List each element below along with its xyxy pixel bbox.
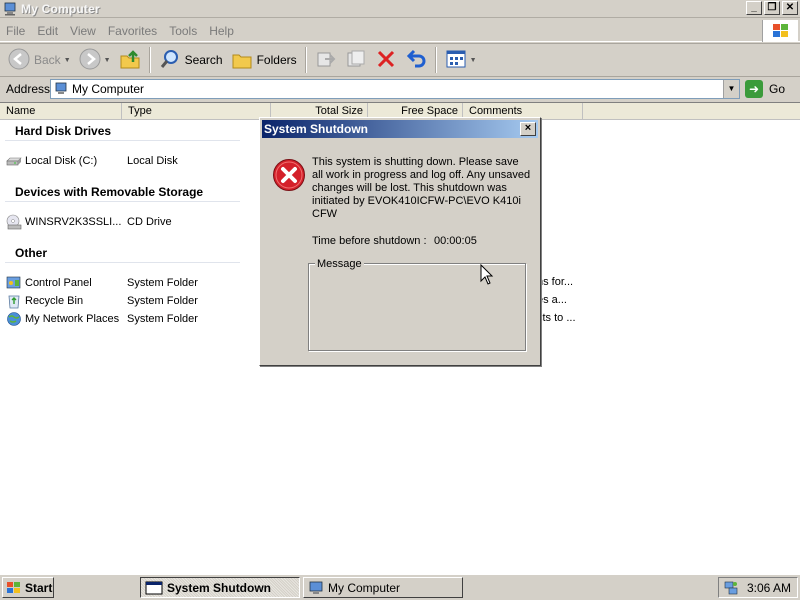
chevron-down-icon: ▼ xyxy=(63,56,71,64)
up-folder-button[interactable] xyxy=(115,46,145,74)
undo-icon xyxy=(405,48,427,73)
system-tray: 3:06 AM xyxy=(718,577,798,598)
taskbar-item-system-shutdown[interactable]: System Shutdown xyxy=(140,577,300,598)
views-button[interactable]: ▼ xyxy=(441,46,481,74)
list-item[interactable]: Control Panel System Folder xyxy=(6,274,198,292)
toolbar-separator xyxy=(148,47,151,73)
search-icon xyxy=(159,48,181,73)
my-computer-icon xyxy=(54,82,68,96)
group-divider xyxy=(5,262,240,263)
toolbar-separator xyxy=(434,47,437,73)
network-places-icon xyxy=(6,311,22,327)
menu-help[interactable]: Help xyxy=(203,24,240,38)
delete-x-icon xyxy=(375,48,397,73)
comment-cell: es a... xyxy=(537,294,567,306)
menu-tools[interactable]: Tools xyxy=(163,24,203,38)
delete-button[interactable] xyxy=(371,46,401,74)
copy-to-button[interactable] xyxy=(341,46,371,74)
column-name[interactable]: Name xyxy=(0,103,122,120)
cd-drive-icon xyxy=(6,214,22,230)
list-item[interactable]: Local Disk (C:) Local Disk xyxy=(6,152,178,170)
copy-to-icon xyxy=(345,48,367,73)
close-button[interactable]: ✕ xyxy=(782,1,798,15)
window-title-bar: My Computer _ ❐ ✕ xyxy=(0,0,800,18)
list-item[interactable]: WINSRV2K3SSLI... CD Drive xyxy=(6,213,172,231)
address-field[interactable]: My Computer ▼ xyxy=(50,79,740,99)
undo-button[interactable] xyxy=(401,46,431,74)
group-divider xyxy=(5,140,240,141)
comment-cell: cts to ... xyxy=(537,312,576,324)
control-panel-icon xyxy=(6,275,22,291)
time-before-shutdown-value: 00:00:05 xyxy=(434,235,477,247)
message-group-label: Message xyxy=(315,258,364,270)
forward-button[interactable]: ▼ xyxy=(75,46,115,74)
recycle-bin-icon xyxy=(6,293,22,309)
list-item[interactable]: Recycle Bin System Folder xyxy=(6,292,198,310)
window-title: My Computer xyxy=(21,1,100,16)
dialog-title-bar: System Shutdown × xyxy=(262,120,538,138)
mouse-cursor-icon xyxy=(480,263,494,289)
dialog-close-button[interactable]: × xyxy=(520,122,536,136)
windows-logo-icon xyxy=(762,20,798,42)
toolbar-separator xyxy=(304,47,307,73)
group-hard-disk-drives: Hard Disk Drives xyxy=(15,124,112,138)
standard-toolbar: Back ▼ ▼ Search Folders ▼ xyxy=(0,43,800,77)
comment-cell: ns for... xyxy=(537,276,574,288)
folders-icon xyxy=(231,48,253,73)
move-to-icon xyxy=(315,48,337,73)
hard-disk-icon xyxy=(6,153,22,169)
address-bar: Address My Computer ▼ ➜ Go xyxy=(0,78,800,100)
menu-bar: File Edit View Favorites Tools Help xyxy=(0,20,800,42)
menu-file[interactable]: File xyxy=(0,24,31,38)
start-button[interactable]: Start xyxy=(2,577,54,598)
chevron-down-icon: ▼ xyxy=(103,56,111,64)
menu-favorites[interactable]: Favorites xyxy=(102,24,163,38)
address-value: My Computer xyxy=(72,82,145,96)
back-arrow-icon xyxy=(8,48,30,73)
taskbar: Start System Shutdown My Computer 3:06 A… xyxy=(0,574,800,600)
group-divider xyxy=(5,201,240,202)
search-button[interactable]: Search xyxy=(155,46,227,74)
my-computer-icon xyxy=(3,2,17,16)
window-icon xyxy=(145,581,163,595)
address-label: Address xyxy=(6,82,51,96)
move-to-button[interactable] xyxy=(311,46,341,74)
shutdown-message: This system is shutting down. Please sav… xyxy=(312,156,531,220)
system-shutdown-dialog: System Shutdown × This system is shuttin… xyxy=(259,117,541,366)
error-icon xyxy=(272,158,306,192)
go-button[interactable]: ➜ Go xyxy=(745,79,785,99)
back-button[interactable]: Back ▼ xyxy=(4,46,75,74)
windows-flag-icon xyxy=(6,581,22,595)
views-grid-icon xyxy=(445,48,467,73)
taskbar-item-my-computer[interactable]: My Computer xyxy=(303,577,463,598)
restore-button[interactable]: ❐ xyxy=(764,1,780,15)
clock[interactable]: 3:06 AM xyxy=(747,581,791,595)
network-tray-icon[interactable] xyxy=(723,580,739,596)
list-item[interactable]: My Network Places System Folder xyxy=(6,310,198,328)
address-dropdown-button[interactable]: ▼ xyxy=(723,80,739,98)
menu-edit[interactable]: Edit xyxy=(31,24,64,38)
time-before-shutdown-label: Time before shutdown : xyxy=(312,235,427,247)
go-arrow-icon: ➜ xyxy=(745,80,763,98)
chevron-down-icon: ▼ xyxy=(469,56,477,64)
dialog-title: System Shutdown xyxy=(264,122,369,136)
group-other: Other xyxy=(15,246,48,260)
my-computer-icon xyxy=(308,580,324,596)
folders-button[interactable]: Folders xyxy=(227,46,301,74)
column-type[interactable]: Type xyxy=(122,103,271,120)
menu-view[interactable]: View xyxy=(64,24,102,38)
forward-arrow-icon xyxy=(79,48,101,73)
minimize-button[interactable]: _ xyxy=(746,1,762,15)
group-removable-storage: Devices with Removable Storage xyxy=(15,185,204,199)
folder-up-icon xyxy=(119,48,141,73)
